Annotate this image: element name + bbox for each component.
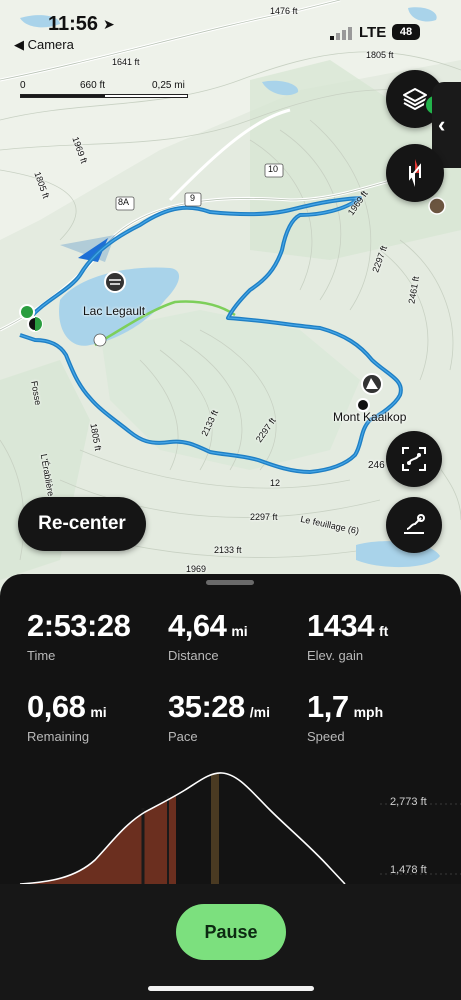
sheet-grabber[interactable]: [206, 580, 254, 585]
stat-label: Time: [27, 648, 56, 663]
pause-button[interactable]: Pause: [176, 904, 286, 960]
stat-pace: 35:28/mi Pace: [168, 689, 270, 744]
stat-label: Distance: [168, 648, 219, 663]
navigation-mode-button[interactable]: [386, 497, 442, 553]
compass-button[interactable]: [386, 144, 444, 202]
scale-mid-label: 660 ft: [80, 80, 106, 91]
route-edit-icon: [404, 514, 425, 534]
road-shield-9: 9: [190, 193, 196, 203]
profile-line: [19, 772, 346, 885]
contour-label: 2297 ft: [250, 512, 278, 522]
focus-route-button[interactable]: [386, 431, 442, 487]
recenter-button[interactable]: Re-center: [18, 497, 146, 551]
summit-label: Mont Kaaikop: [333, 410, 407, 424]
stat-value: 1434: [307, 608, 374, 643]
location-arrow-icon: ➤: [103, 16, 115, 32]
stat-distance: 4,64 mi Distance: [168, 608, 248, 663]
stat-label: Speed: [307, 729, 345, 744]
stat-label: Pace: [168, 729, 198, 744]
map-scale-bar: 0 660 ft 0,25 mi: [20, 80, 188, 110]
contour-label: 1969: [186, 564, 207, 574]
stat-value: 2:53:28: [27, 608, 131, 643]
elevation-min-label: 1,478 ft: [390, 864, 427, 876]
stat-unit: mi: [90, 704, 107, 720]
stat-unit: ft: [378, 623, 389, 639]
contour-label: 2133 ft: [214, 545, 242, 555]
scale-start-label: 0: [20, 80, 26, 91]
road-shield-8a: 8A: [118, 197, 130, 207]
stat-speed: 1,7 mph Speed: [307, 689, 383, 744]
stat-value: 1,7: [307, 689, 349, 724]
stat-time: 2:53:28 Time: [27, 608, 135, 663]
route-focus-icon: [402, 447, 426, 471]
trail-label: 12: [270, 478, 281, 488]
stat-label: Elev. gain: [307, 648, 364, 663]
status-time: 11:56: [48, 13, 99, 35]
profile-completed-area: [20, 795, 176, 884]
stat-remaining: 0,68 mi Remaining: [27, 689, 107, 744]
stat-label: Remaining: [27, 729, 90, 744]
stat-value: 0,68: [27, 689, 86, 724]
scale-end-label: 0,25 mi: [152, 80, 185, 91]
chevron-left-icon: ‹: [438, 112, 446, 137]
signal-bars-icon: [330, 26, 352, 45]
contour-label: 246: [368, 460, 385, 471]
stat-unit: mi: [231, 623, 248, 639]
road-shield-10: 10: [268, 164, 279, 174]
stat-unit: /mi: [249, 704, 271, 720]
stat-elev-gain: 1434 ft Elev. gain: [307, 608, 388, 663]
current-position-marker: [211, 774, 219, 884]
status-bar: 11:56 ➤ ◀ Camera LTE 48: [0, 0, 461, 60]
home-indicator: [148, 986, 314, 991]
stat-value: 35:28: [168, 689, 245, 724]
stat-unit: mph: [353, 704, 384, 720]
lake-label: Lac Legault: [83, 304, 146, 318]
stat-value: 4,64: [168, 608, 227, 643]
back-to-camera-link[interactable]: ◀ Camera: [14, 37, 74, 53]
network-type: LTE: [359, 24, 387, 41]
battery-indicator: 48: [392, 24, 420, 40]
scale-bar-graphic: [20, 94, 188, 98]
compass-icon: [409, 159, 421, 187]
elevation-max-label: 2,773 ft: [390, 796, 427, 808]
